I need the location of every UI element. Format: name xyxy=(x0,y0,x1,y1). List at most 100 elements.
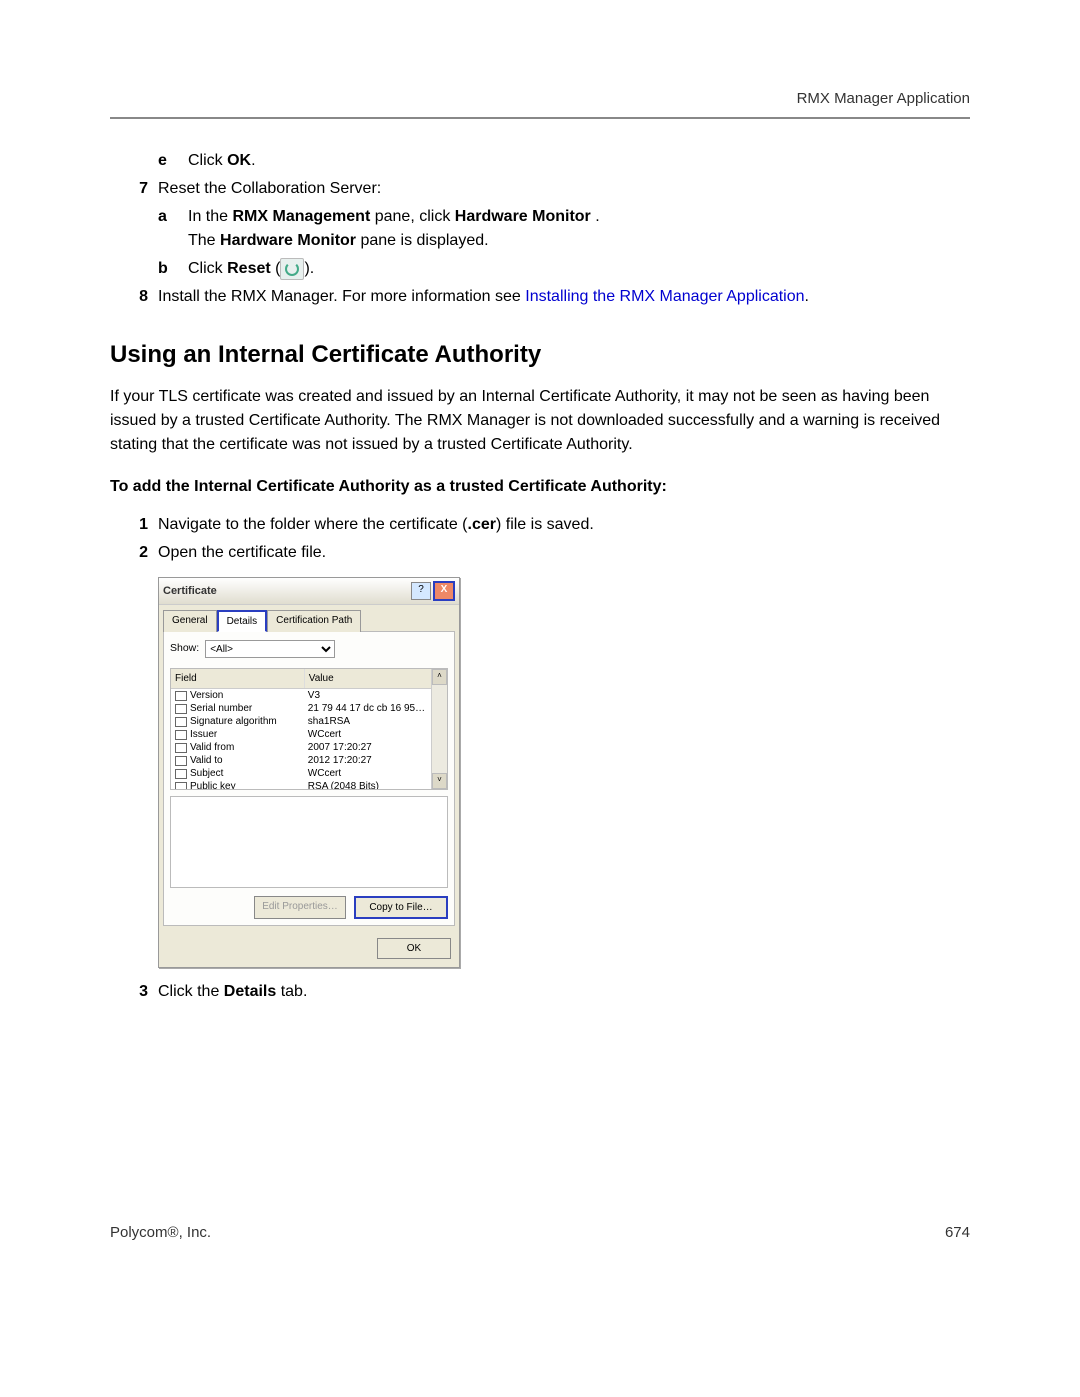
field-icon xyxy=(175,691,187,701)
scroll-down-icon[interactable]: ˅ xyxy=(432,773,447,789)
text: Install the RMX Manager. For more inform… xyxy=(158,288,525,305)
text: pane, click xyxy=(370,208,454,225)
field-icon xyxy=(175,730,187,740)
list-item[interactable]: Signature algorithm sha1RSA xyxy=(171,715,431,728)
list-item[interactable]: Public key RSA (2048 Bits) xyxy=(171,780,431,789)
field-value: 2007 17:20:27 xyxy=(304,741,431,754)
cer-bold: .cer xyxy=(468,516,496,533)
text: pane is displayed. xyxy=(356,232,489,249)
field-value: 21 79 44 17 dc cb 16 95 41 a6… xyxy=(304,702,431,715)
num-7: 7 xyxy=(110,177,158,201)
substep-7b: b Click Reset (). xyxy=(158,257,970,281)
field-value: WCcert xyxy=(304,728,431,741)
install-rmx-link[interactable]: Installing the RMX Manager Application xyxy=(525,288,804,305)
rmx-mgmt-bold: RMX Management xyxy=(232,208,370,225)
num-3: 3 xyxy=(110,980,158,1004)
section-title: Using an Internal Certificate Authority xyxy=(110,337,970,373)
text: Click the xyxy=(158,983,224,1000)
text: Click xyxy=(188,152,227,169)
page-header-right: RMX Manager Application xyxy=(110,90,970,117)
field-icon xyxy=(175,704,187,714)
dialog-tabs: General Details Certification Path xyxy=(159,605,459,631)
list-item[interactable]: Serial number 21 79 44 17 dc cb 16 95 41 … xyxy=(171,702,431,715)
letter-e: e xyxy=(158,149,188,173)
proc-step-2: 2 Open the certificate file. xyxy=(110,541,970,565)
text: . xyxy=(251,152,255,169)
text: . xyxy=(805,288,809,305)
num-8: 8 xyxy=(110,285,158,309)
hw-monitor-bold: Hardware Monitor xyxy=(455,208,591,225)
procedure-heading: To add the Internal Certificate Authorit… xyxy=(110,475,970,499)
scroll-up-icon[interactable]: ˄ xyxy=(432,669,447,685)
text: Navigate to the folder where the certifi… xyxy=(158,516,468,533)
dialog-title: Certificate xyxy=(163,583,409,600)
proc-step-3: 3 Click the Details tab. xyxy=(110,980,970,1004)
tab-general[interactable]: General xyxy=(163,610,217,632)
text: The xyxy=(188,232,220,249)
fields-list: Field Value VersionV3Serial number 21 79 … xyxy=(170,668,448,790)
letter-b: b xyxy=(158,257,188,281)
tab-cert-path[interactable]: Certification Path xyxy=(267,610,361,632)
substep-7a: a In the RMX Management pane, click Hard… xyxy=(158,205,970,253)
field-name: Subject xyxy=(190,767,223,780)
letter-a: a xyxy=(158,205,188,253)
reset-icon xyxy=(280,258,304,280)
titlebar: Certificate ? X xyxy=(159,578,459,605)
field-name: Valid to xyxy=(190,754,223,767)
section-para: If your TLS certificate was created and … xyxy=(110,385,970,457)
text: ( xyxy=(271,260,281,277)
show-label: Show: xyxy=(170,641,199,657)
field-value: V3 xyxy=(304,689,431,702)
list-item[interactable]: Valid from 2007 17:20:27 xyxy=(171,741,431,754)
footer-page-number: 674 xyxy=(945,1224,970,1241)
step-7-text: Reset the Collaboration Server: xyxy=(158,177,970,201)
field-value: 2012 17:20:27 xyxy=(304,754,431,767)
field-name: Signature algorithm xyxy=(190,715,277,728)
field-value: sha1RSA xyxy=(304,715,431,728)
step-8: 8 Install the RMX Manager. For more info… xyxy=(110,285,970,309)
field-value: RSA (2048 Bits) xyxy=(304,780,431,789)
field-value: WCcert xyxy=(304,767,431,780)
step-7: 7 Reset the Collaboration Server: xyxy=(110,177,970,201)
tab-panel-details: Show: <All> Field Value VersionV3Serial … xyxy=(163,631,455,926)
field-name: Serial number xyxy=(190,702,252,715)
field-icon xyxy=(175,717,187,727)
ok-button[interactable]: OK xyxy=(377,938,451,959)
text: ). xyxy=(304,260,314,277)
field-name: Issuer xyxy=(190,728,217,741)
close-button[interactable]: X xyxy=(433,581,455,601)
field-icon xyxy=(175,756,187,766)
help-button[interactable]: ? xyxy=(411,582,431,600)
text: Click xyxy=(188,260,227,277)
tab-details[interactable]: Details xyxy=(217,610,268,632)
hw-monitor-bold2: Hardware Monitor xyxy=(220,232,356,249)
footer-left: Polycom®, Inc. xyxy=(110,1224,211,1241)
list-item[interactable]: Issuer WCcert xyxy=(171,728,431,741)
proc-step-1: 1 Navigate to the folder where the certi… xyxy=(110,513,970,537)
ok-bold: OK xyxy=(227,152,251,169)
field-icon xyxy=(175,743,187,753)
edit-properties-button[interactable]: Edit Properties… xyxy=(254,896,346,919)
field-name: Public key xyxy=(190,780,236,789)
certificate-dialog: Certificate ? X General Details Certific… xyxy=(158,577,460,968)
field-icon xyxy=(175,769,187,779)
header-rule xyxy=(110,117,970,119)
copy-to-file-button[interactable]: Copy to File… xyxy=(354,896,448,919)
num-2: 2 xyxy=(110,541,158,565)
step2-text: Open the certificate file. xyxy=(158,541,970,565)
text: . xyxy=(591,208,600,225)
list-scrollbar[interactable]: ˄ ˅ xyxy=(431,669,447,789)
reset-bold: Reset xyxy=(227,260,271,277)
list-item[interactable]: VersionV3 xyxy=(171,689,431,702)
field-detail-box xyxy=(170,796,448,888)
col-header-field: Field xyxy=(171,669,305,688)
page-footer: Polycom®, Inc. 674 xyxy=(110,1224,970,1241)
show-select[interactable]: <All> xyxy=(205,640,335,658)
field-name: Valid from xyxy=(190,741,234,754)
text: tab. xyxy=(276,983,307,1000)
num-1: 1 xyxy=(110,513,158,537)
col-header-value: Value xyxy=(305,669,431,688)
list-item[interactable]: Valid to 2012 17:20:27 xyxy=(171,754,431,767)
details-bold: Details xyxy=(224,983,276,1000)
list-item[interactable]: Subject WCcert xyxy=(171,767,431,780)
